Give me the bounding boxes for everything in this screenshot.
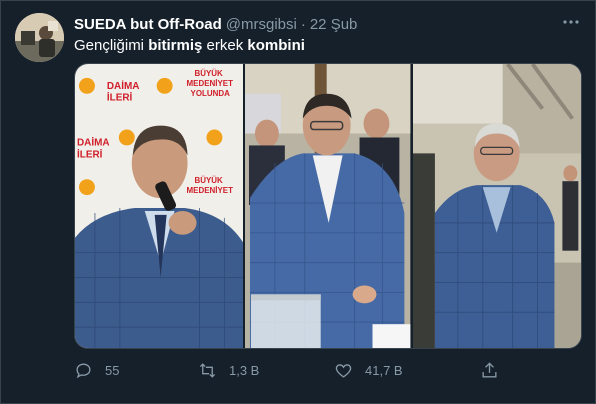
photo-middle[interactable] [245,64,411,348]
like-button[interactable]: 41,7 B [334,361,403,380]
tweet-card[interactable]: SUEDA but Off-Road @mrsgibsi · 22 Şub Ge… [0,0,596,404]
photo-left[interactable]: DAİMA İLERİ BÜYÜK MEDENİYET YOLUNDA DAİM… [75,64,244,348]
banner-text-7: İLERİ [77,149,103,160]
share-icon [482,361,497,378]
tweet-header: SUEDA but Off-Road @mrsgibsi · 22 Şub [74,14,357,34]
avatar[interactable] [15,13,64,62]
like-count: 41,7 B [365,362,403,378]
text-part-bold: kombini [247,37,305,54]
tweet-text: Gençliğimi bitirmiş erkek kombini [74,37,305,54]
heart-icon [335,363,352,378]
user-handle[interactable]: @mrsgibsi [226,16,297,33]
banner-text-6: DAİMA [77,137,110,148]
tweet-media[interactable]: DAİMA İLERİ BÜYÜK MEDENİYET YOLUNDA DAİM… [74,63,582,349]
retweet-icon [199,362,216,378]
banner-text-5: YOLUNDA [191,89,231,98]
tweet-date[interactable]: 22 Şub [310,16,358,33]
separator-dot: · [300,15,306,33]
banner-text-2: İLERİ [107,93,133,104]
tweet-actions: 55 1,3 B 41,7 B [74,357,574,383]
banner-text-9: MEDENİYET [187,186,234,195]
share-button[interactable] [480,361,511,380]
retweet-button[interactable]: 1,3 B [198,361,259,380]
banner-text-3: BÜYÜK [195,69,224,78]
reply-count: 55 [105,362,120,378]
banner-text-4: MEDENİYET [187,79,234,88]
text-part-bold: bitirmiş [148,37,203,54]
banner-text-1: DAİMA [107,81,140,92]
reply-icon [76,362,91,378]
text-part: erkek [202,37,248,54]
reply-button[interactable]: 55 [74,361,119,380]
text-part: Gençliğimi [74,37,149,54]
ellipsis-icon[interactable] [561,13,581,33]
photo-right[interactable] [412,64,581,348]
display-name[interactable]: SUEDA but Off-Road [74,16,222,33]
banner-text-8: BÜYÜK [195,176,224,185]
retweet-count: 1,3 B [229,362,260,378]
